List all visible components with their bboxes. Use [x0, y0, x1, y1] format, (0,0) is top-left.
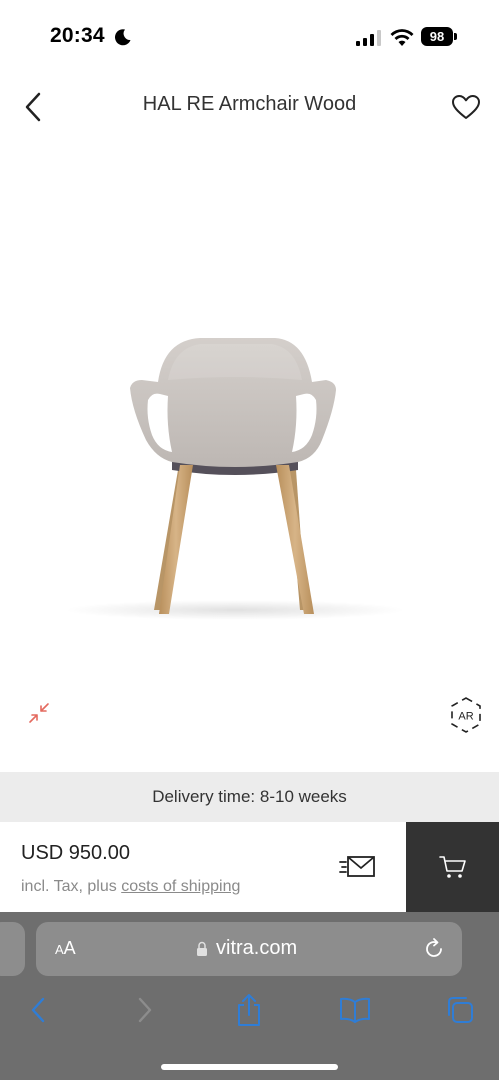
home-indicator[interactable] [161, 1064, 338, 1070]
text-size-large-a: A [63, 938, 76, 958]
add-to-cart-button[interactable] [406, 822, 499, 912]
collapse-icon[interactable] [24, 698, 54, 728]
address-bar[interactable]: AA vitra.com [36, 922, 462, 976]
tabs-icon [448, 997, 473, 1023]
favorite-button[interactable] [446, 89, 486, 125]
ar-icon: AR [451, 697, 481, 733]
share-button[interactable] [229, 990, 269, 1030]
cart-icon [438, 856, 466, 878]
lock-icon [197, 941, 207, 956]
ar-label: AR [458, 711, 473, 723]
battery-cap [454, 33, 457, 40]
status-bar: 20:34 98 [0, 0, 499, 70]
shipping-costs-link[interactable]: costs of shipping [121, 878, 240, 895]
browser-forward-button[interactable] [125, 990, 165, 1030]
previous-tab-peek[interactable] [0, 922, 25, 976]
delivery-time: Delivery time: 8-10 weeks [0, 772, 499, 822]
page-header: HAL RE Armchair Wood [0, 75, 499, 139]
forward-icon [138, 997, 152, 1023]
price-note: incl. Tax, plus costs of shipping [21, 878, 240, 896]
browser-toolbar [0, 990, 499, 1030]
back-icon [31, 997, 45, 1023]
send-enquiry-icon[interactable] [338, 850, 380, 884]
battery-icon: 98 [421, 27, 457, 46]
ar-button[interactable]: AR [446, 695, 486, 735]
floor-shadow [65, 600, 405, 620]
status-time: 20:34 [50, 24, 105, 47]
price: USD 950.00 [21, 842, 130, 864]
price-note-prefix: incl. Tax, plus [21, 878, 122, 895]
bookmarks-icon [340, 997, 370, 1023]
page-title: HAL RE Armchair Wood [142, 93, 357, 115]
product-stage: AR [0, 150, 499, 770]
tabs-button[interactable] [440, 990, 480, 1030]
browser-back-button[interactable] [18, 990, 58, 1030]
moon-icon [114, 29, 131, 46]
battery-level: 98 [421, 27, 453, 46]
wifi-icon [390, 29, 414, 46]
share-icon [238, 994, 260, 1026]
heart-icon [452, 95, 480, 119]
chair-shell-highlight [168, 344, 302, 380]
text-size-button[interactable]: AA [55, 938, 76, 959]
bookmarks-button[interactable] [335, 990, 375, 1030]
browser-chrome: AA vitra.com [0, 912, 499, 1080]
product-image[interactable] [60, 330, 440, 630]
signal-icon [356, 30, 381, 46]
reload-icon[interactable] [422, 937, 446, 961]
url-text: vitra.com [216, 937, 298, 959]
text-size-small-a: A [55, 942, 64, 957]
purchase-bar: USD 950.00 incl. Tax, plus costs of ship… [0, 822, 499, 912]
